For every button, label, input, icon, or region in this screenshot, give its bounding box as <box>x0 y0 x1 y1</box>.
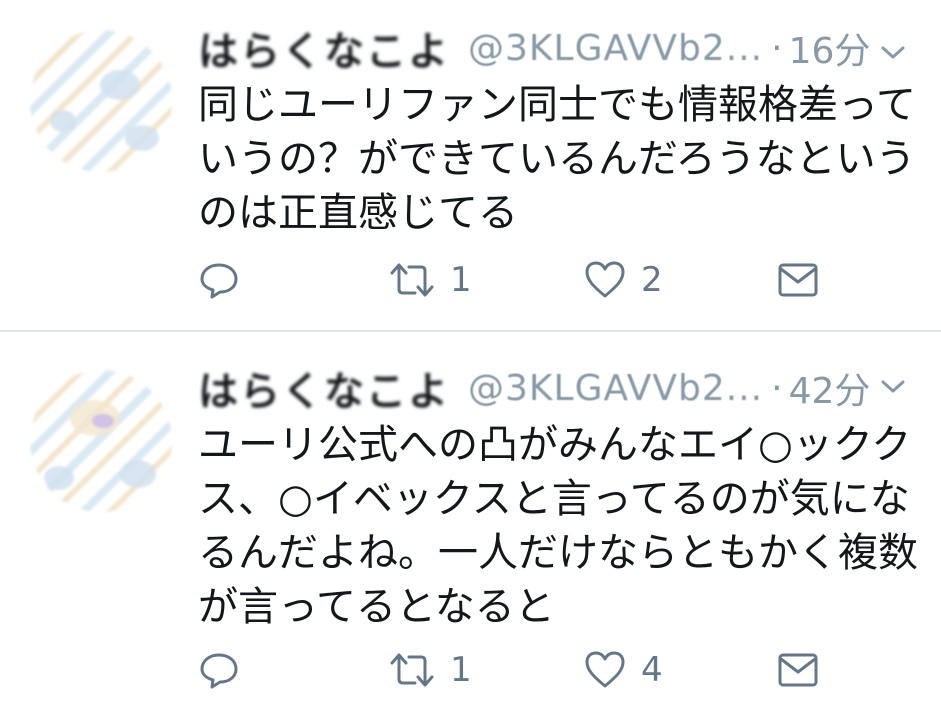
retweet-icon <box>388 259 436 301</box>
direct-message-button[interactable] <box>776 255 820 305</box>
tweet-text-line: ス、○イベックスと言ってるのが気にな <box>198 476 910 522</box>
user-handle[interactable]: @3KLGAVVb2... <box>468 368 763 409</box>
reply-icon <box>198 259 240 301</box>
display-name[interactable]: はらくなこよ <box>198 359 450 417</box>
timestamp[interactable]: 42分 <box>789 362 871 414</box>
action-bar: 1 4 <box>198 645 838 695</box>
separator-dot: · <box>771 27 783 69</box>
reply-icon <box>198 649 240 691</box>
reply-button[interactable] <box>198 645 240 695</box>
mail-icon <box>776 650 820 690</box>
user-handle[interactable]: @3KLGAVVb2... <box>468 28 763 69</box>
tweet-text-line: いうの？ができているんだろうなという <box>198 136 916 182</box>
like-button[interactable]: 2 <box>583 255 663 305</box>
like-button[interactable]: 4 <box>583 645 663 695</box>
tweet-header: はらくなこよ @3KLGAVVb2... · 16分 <box>198 19 871 77</box>
tweet-text-line: るんだよね。一人だけならともかく複数 <box>198 530 918 576</box>
tweet-text-line: ユーリ公式への凸がみんなエイ○ックク <box>198 422 912 468</box>
chevron-down-icon[interactable] <box>876 36 910 70</box>
heart-icon <box>583 259 627 301</box>
reply-button[interactable] <box>198 255 240 305</box>
action-bar: 1 2 <box>198 255 838 305</box>
tweet-text-line: 同じユーリファン同士でも情報格差って <box>198 82 916 128</box>
separator-dot: · <box>771 367 783 409</box>
mail-icon <box>776 260 820 300</box>
tweet[interactable]: はらくなこよ @3KLGAVVb2... · 42分 ユーリ公式への凸がみんなエ… <box>0 332 941 720</box>
avatar[interactable] <box>30 370 172 512</box>
timestamp[interactable]: 16分 <box>789 22 871 74</box>
retweet-count: 1 <box>450 260 472 300</box>
tweet-header: はらくなこよ @3KLGAVVb2... · 42分 <box>198 359 871 417</box>
chevron-down-icon[interactable] <box>876 370 910 404</box>
retweet-count: 1 <box>450 650 472 690</box>
retweet-icon <box>388 649 436 691</box>
retweet-button[interactable]: 1 <box>388 255 472 305</box>
tweet-text: 同じユーリファン同士でも情報格差って いうの？ができているんだろうなという のは… <box>198 78 918 240</box>
tweet-text-line: のは正直感じてる <box>198 190 518 236</box>
avatar[interactable] <box>30 30 172 172</box>
direct-message-button[interactable] <box>776 645 820 695</box>
like-count: 2 <box>641 260 663 300</box>
tweet-text: ユーリ公式への凸がみんなエイ○ックク ス、○イベックスと言ってるのが気にな るん… <box>198 418 918 634</box>
tweet[interactable]: はらくなこよ @3KLGAVVb2... · 16分 同じユーリファン同士でも情… <box>0 0 941 330</box>
heart-icon <box>583 649 627 691</box>
display-name[interactable]: はらくなこよ <box>198 19 450 77</box>
like-count: 4 <box>641 650 663 690</box>
retweet-button[interactable]: 1 <box>388 645 472 695</box>
tweet-text-line: が言ってるとなると <box>198 584 555 630</box>
